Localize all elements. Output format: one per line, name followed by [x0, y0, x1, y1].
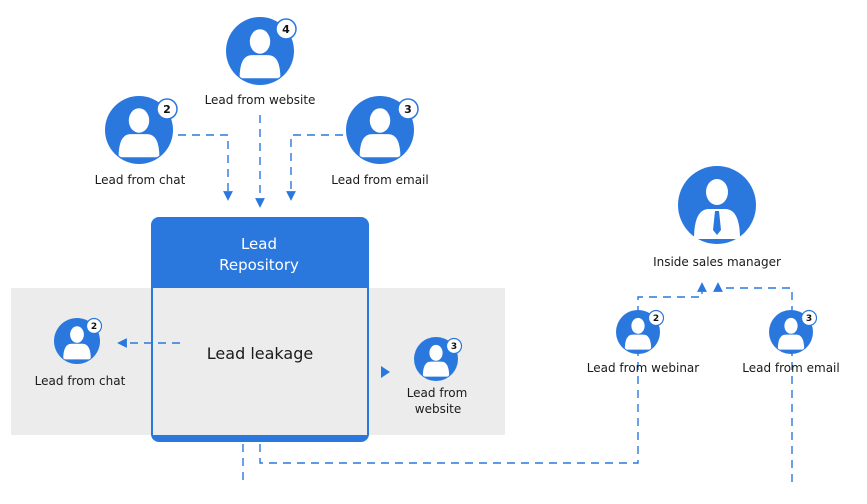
leaked-label-line1: Lead from	[407, 386, 468, 400]
manager-label: Inside sales manager	[653, 255, 781, 269]
leaked-label-line2: website	[415, 402, 462, 416]
lead-leakage-label: Lead leakage	[207, 344, 313, 363]
routed-email: 3 Lead from email	[742, 309, 840, 375]
count-badge: 4	[282, 23, 290, 36]
routed-webinar: 2 Lead from webinar	[587, 309, 699, 375]
lead-flow-diagram: Lead Repository Lead leakage 4 Lead from…	[11, 0, 840, 482]
routed-label: Lead from webinar	[587, 361, 699, 375]
repository-title-line2: Repository	[219, 256, 299, 274]
source-label: Lead from chat	[95, 173, 186, 187]
source-website: 4 Lead from website	[205, 17, 316, 107]
count-badge: 3	[806, 314, 812, 324]
source-label: Lead from email	[331, 173, 428, 187]
routed-label: Lead from email	[742, 361, 839, 375]
count-badge: 3	[451, 342, 457, 352]
count-badge: 3	[404, 103, 412, 116]
count-badge: 2	[163, 103, 171, 116]
leaked-label: Lead from chat	[35, 374, 126, 388]
count-badge: 2	[91, 322, 97, 332]
lead-repository-box: Lead Repository Lead leakage	[151, 217, 369, 442]
repository-title-line1: Lead	[241, 235, 277, 253]
source-label: Lead from website	[205, 93, 316, 107]
source-chat: 2 Lead from chat	[95, 96, 186, 187]
connector-chat	[178, 134, 233, 201]
source-email: 3 Lead from email	[331, 96, 429, 187]
count-badge: 2	[653, 314, 659, 324]
inside-sales-manager: Inside sales manager	[653, 166, 781, 269]
